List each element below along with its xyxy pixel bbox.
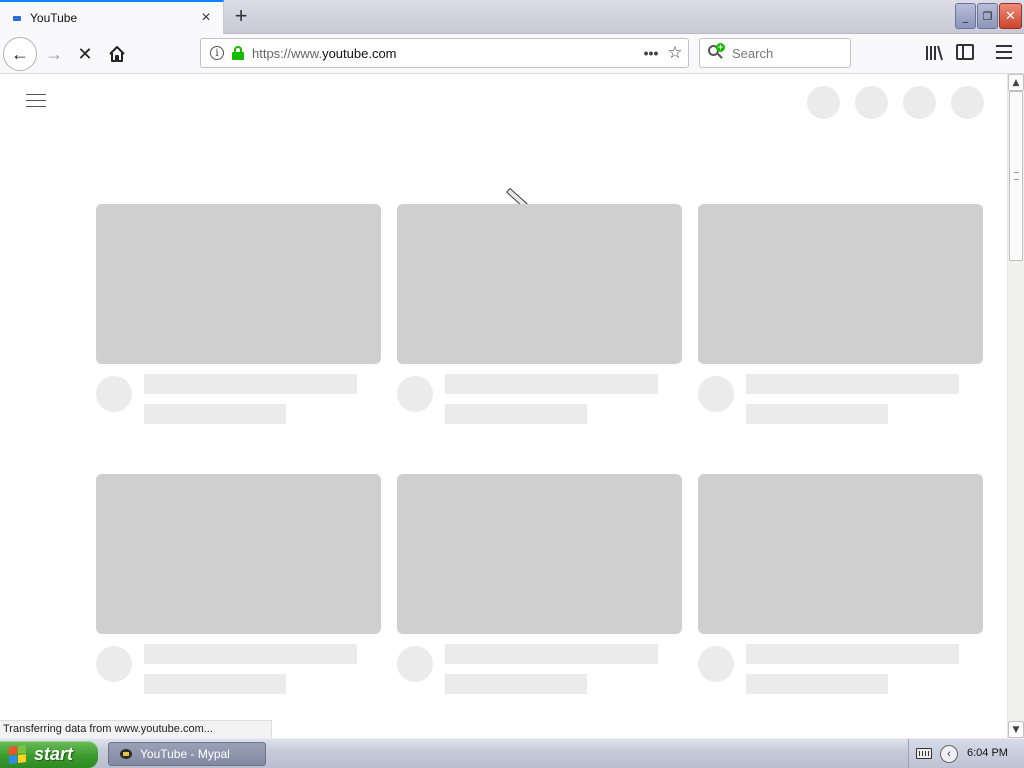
mypal-app-icon (118, 747, 134, 761)
search-icon: + (708, 43, 725, 61)
video-title-placeholder (746, 644, 959, 664)
window-minimize-button[interactable]: _ (955, 3, 976, 29)
home-button[interactable] (105, 42, 129, 66)
taskbar-item-label: YouTube - Mypal (140, 747, 230, 761)
video-title-placeholder (144, 644, 357, 664)
url-bar[interactable]: i https://www.youtube.com ••• ☆ (200, 38, 689, 68)
system-tray: ‹ 6:04 PM (908, 739, 1024, 768)
search-placeholder: Search (732, 45, 774, 61)
clock: 6:04 PM (967, 747, 1008, 759)
info-icon[interactable]: i (210, 46, 224, 60)
status-bar: Transferring data from www.youtube.com..… (0, 720, 272, 738)
tab-strip: YouTube × + _ ❐ ✕ (0, 0, 1024, 34)
channel-avatar-placeholder (96, 646, 132, 682)
bookmark-star-icon[interactable]: ☆ (662, 43, 688, 63)
taskbar-item-mypal[interactable]: YouTube - Mypal (108, 742, 266, 766)
video-meta-placeholder (144, 674, 286, 694)
video-meta-placeholder (746, 404, 888, 424)
windows-logo-icon (9, 744, 27, 765)
channel-avatar-placeholder (397, 376, 433, 412)
video-meta-placeholder (746, 674, 888, 694)
lock-icon[interactable] (232, 46, 244, 60)
search-bar[interactable]: + Search (699, 38, 851, 68)
video-meta-placeholder (445, 674, 587, 694)
start-button[interactable]: start (0, 741, 98, 768)
channel-avatar-placeholder (698, 646, 734, 682)
page-actions-icon[interactable]: ••• (640, 45, 662, 61)
video-thumbnail-placeholder (397, 204, 682, 364)
video-thumbnail-placeholder (96, 204, 381, 364)
video-title-placeholder (746, 374, 959, 394)
url-prefix: https://www. (252, 45, 323, 61)
forward-button[interactable]: → (42, 42, 66, 66)
video-thumbnail-placeholder (698, 474, 983, 634)
url-text[interactable]: https://www.youtube.com (252, 46, 640, 61)
hamburger-menu-icon[interactable] (996, 45, 1012, 59)
video-thumbnail-placeholder (397, 474, 682, 634)
topbar-placeholder-button (951, 86, 984, 119)
video-title-placeholder (144, 374, 357, 394)
tab-title: YouTube (30, 11, 78, 25)
topbar-placeholder-button (903, 86, 936, 119)
tray-expand-icon[interactable]: ‹ (940, 745, 958, 763)
tab-close-icon[interactable]: × (195, 7, 217, 29)
window-restore-button[interactable]: ❐ (977, 3, 998, 29)
video-meta-placeholder (144, 404, 286, 424)
youtube-favicon-icon (13, 15, 21, 21)
video-thumbnail-placeholder (96, 474, 381, 634)
stop-button[interactable]: ✕ (73, 42, 97, 66)
scroll-thumb[interactable] (1009, 91, 1023, 261)
video-title-placeholder (445, 644, 658, 664)
url-domain: youtube.com (322, 45, 397, 61)
video-title-placeholder (445, 374, 658, 394)
topbar-placeholder-button (807, 86, 840, 119)
guide-menu-icon[interactable] (26, 94, 46, 108)
tab-youtube[interactable]: YouTube × (0, 0, 224, 34)
channel-avatar-placeholder (698, 376, 734, 412)
video-thumbnail-placeholder (698, 204, 983, 364)
page-content: Transferring data from www.youtube.com..… (0, 75, 1007, 738)
keyboard-icon[interactable] (916, 748, 932, 759)
navigation-toolbar: ← → ✕ i https://www.youtube.com ••• ☆ + … (0, 34, 1024, 74)
topbar-placeholder-button (855, 86, 888, 119)
sidebar-toggle-icon[interactable] (956, 44, 974, 60)
video-meta-placeholder (445, 404, 587, 424)
taskbar: start YouTube - Mypal ‹ 6:04 PM (0, 738, 1024, 768)
channel-avatar-placeholder (96, 376, 132, 412)
window-close-button[interactable]: ✕ (999, 3, 1022, 29)
library-icon (926, 45, 943, 61)
start-label: start (34, 744, 74, 764)
channel-avatar-placeholder (397, 646, 433, 682)
back-button[interactable]: ← (3, 37, 37, 71)
scroll-down-button[interactable]: ▼ (1008, 721, 1024, 738)
scroll-up-button[interactable]: ▲ (1008, 74, 1024, 91)
home-icon (109, 46, 125, 62)
library-button[interactable] (924, 43, 944, 63)
vertical-scrollbar[interactable]: ▲ ▼ (1007, 74, 1024, 738)
new-tab-button[interactable]: + (228, 3, 254, 29)
